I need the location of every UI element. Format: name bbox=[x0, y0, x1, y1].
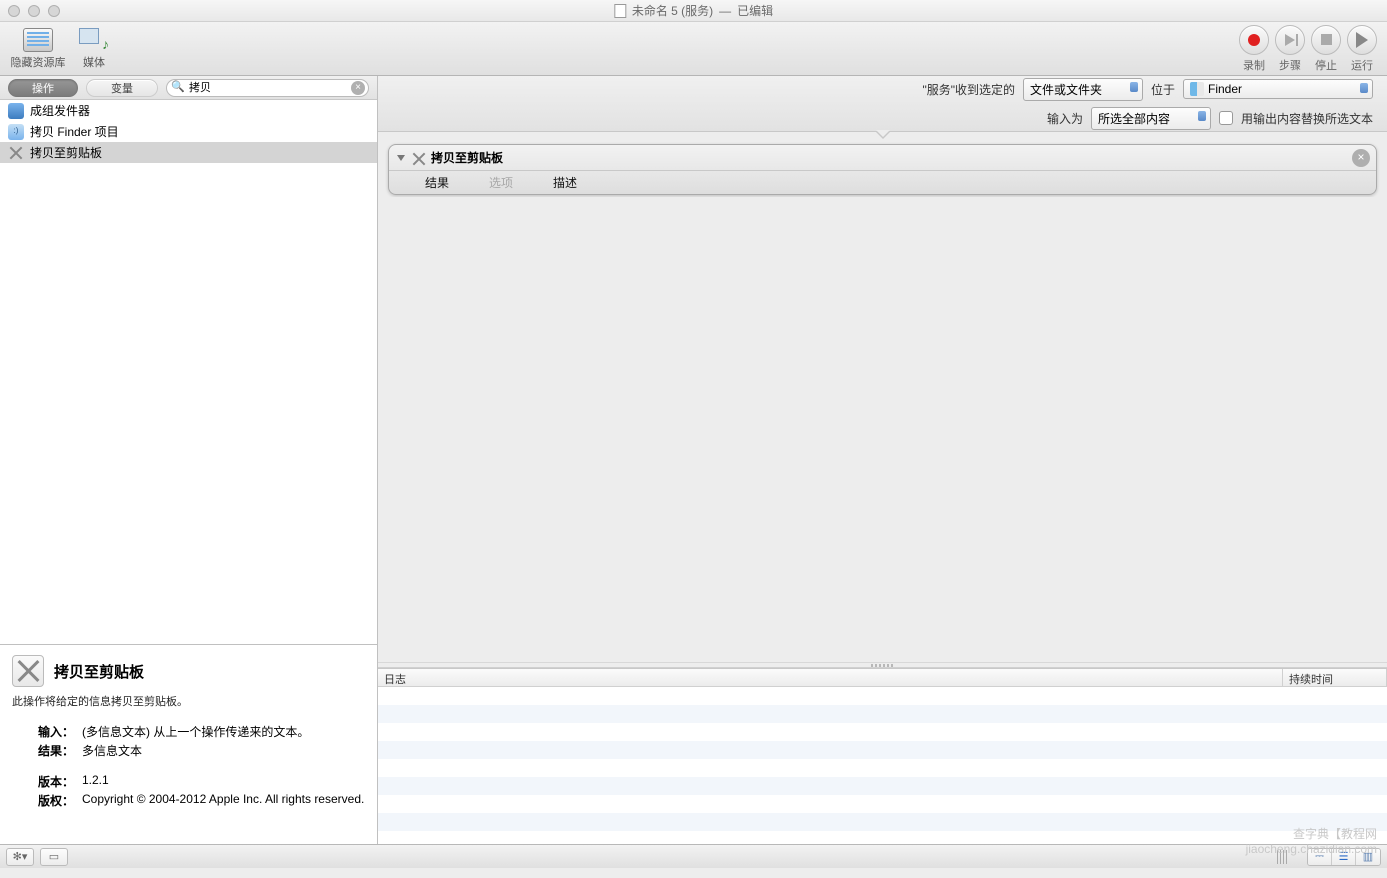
record-icon bbox=[1248, 34, 1260, 46]
minimize-window-button[interactable] bbox=[28, 5, 40, 17]
tab-actions[interactable]: 操作 bbox=[8, 79, 78, 97]
sidebar-item-copy-finder[interactable]: 拷贝 Finder 项目 bbox=[0, 121, 377, 142]
library-sidebar: 操作 变量 × 成组发件器 拷贝 Finder 项目 拷贝至剪贴板 bbox=[0, 76, 378, 844]
tab-options: 选项 bbox=[489, 174, 513, 191]
toolbar: 隐藏资源库 媒体 录制 步骤 停止 运行 bbox=[0, 22, 1387, 76]
media-button[interactable]: 媒体 bbox=[66, 28, 122, 70]
tab-results[interactable]: 结果 bbox=[425, 174, 449, 191]
gear-menu-button[interactable]: ✻▾ bbox=[6, 848, 34, 866]
toggle-panel-button[interactable]: ▭ bbox=[40, 848, 68, 866]
info-panel: 拷贝至剪贴板 此操作将给定的信息拷贝至剪贴板。 输入：(多信息文本) 从上一个操… bbox=[0, 644, 377, 844]
library-icon bbox=[23, 28, 53, 52]
info-description: 此操作将给定的信息拷贝至剪贴板。 bbox=[12, 693, 365, 709]
input-as-label: 输入为 bbox=[1047, 110, 1083, 127]
clear-search-button[interactable]: × bbox=[351, 81, 365, 95]
log-panel: 日志 持续时间 bbox=[378, 668, 1387, 844]
workflow-action[interactable]: 拷贝至剪贴板 × 结果 选项 描述 bbox=[388, 144, 1377, 195]
in-label: 位于 bbox=[1151, 81, 1175, 98]
log-rows bbox=[378, 687, 1387, 844]
stop-icon bbox=[1321, 34, 1332, 45]
document-icon bbox=[614, 4, 626, 18]
input-as-dropdown[interactable]: 所选全部内容 bbox=[1091, 107, 1211, 130]
app-dropdown[interactable]: Finder bbox=[1183, 79, 1373, 99]
search-input[interactable] bbox=[189, 81, 348, 93]
run-button[interactable]: 运行 bbox=[1347, 25, 1377, 73]
flow-connector-icon bbox=[378, 132, 1387, 142]
action-title: 拷贝至剪贴板 bbox=[431, 149, 503, 166]
split-handle[interactable] bbox=[378, 662, 1387, 668]
finder-icon bbox=[1190, 82, 1204, 96]
service-config-bar: "服务"收到选定的 文件或文件夹 位于 Finder 输入为 所选全部内容 用输… bbox=[378, 76, 1387, 132]
window-title: 未命名 5 (服务) — 已编辑 bbox=[614, 2, 773, 19]
search-field[interactable]: × bbox=[166, 79, 369, 97]
titlebar: 未命名 5 (服务) — 已编辑 bbox=[0, 0, 1387, 22]
hide-library-button[interactable]: 隐藏资源库 bbox=[10, 28, 66, 70]
replace-label: 用输出内容替换所选文本 bbox=[1241, 110, 1373, 127]
status-bar: ✻▾ ▭ ⎓ ☰ ▥ bbox=[0, 844, 1387, 868]
step-icon bbox=[1285, 34, 1295, 46]
stop-button[interactable]: 停止 bbox=[1311, 25, 1341, 73]
tab-description[interactable]: 描述 bbox=[553, 174, 577, 191]
record-button[interactable]: 录制 bbox=[1239, 25, 1269, 73]
watermark: 查字典【教程网jiaocheng.chazidian.com bbox=[1246, 827, 1377, 856]
info-title: 拷贝至剪贴板 bbox=[54, 661, 144, 682]
action-list: 成组发件器 拷贝 Finder 项目 拷贝至剪贴板 bbox=[0, 100, 377, 163]
workflow-area: "服务"收到选定的 文件或文件夹 位于 Finder 输入为 所选全部内容 用输… bbox=[378, 76, 1387, 844]
media-icon bbox=[79, 28, 109, 52]
edited-text: 已编辑 bbox=[737, 2, 773, 19]
finder-icon bbox=[8, 124, 24, 140]
zoom-window-button[interactable] bbox=[48, 5, 60, 17]
disclosure-icon[interactable] bbox=[397, 155, 405, 161]
duration-column-header[interactable]: 持续时间 bbox=[1283, 669, 1387, 686]
step-button[interactable]: 步骤 bbox=[1275, 25, 1305, 73]
replace-checkbox[interactable] bbox=[1219, 111, 1233, 125]
receives-label: "服务"收到选定的 bbox=[922, 81, 1015, 98]
tools-icon bbox=[411, 151, 425, 165]
action-icon bbox=[12, 655, 44, 687]
sidebar-item-copy-clipboard[interactable]: 拷贝至剪贴板 bbox=[0, 142, 377, 163]
receives-dropdown[interactable]: 文件或文件夹 bbox=[1023, 78, 1143, 101]
remove-action-button[interactable]: × bbox=[1352, 149, 1370, 167]
sidebar-header: 操作 变量 × bbox=[0, 76, 377, 100]
workflow-canvas[interactable] bbox=[378, 197, 1387, 662]
tab-variables[interactable]: 变量 bbox=[86, 79, 158, 97]
title-text: 未命名 5 (服务) bbox=[632, 2, 713, 19]
tools-icon bbox=[8, 145, 24, 161]
sidebar-item-group-mailer[interactable]: 成组发件器 bbox=[0, 100, 377, 121]
window-controls bbox=[8, 5, 60, 17]
app-icon bbox=[8, 103, 24, 119]
play-icon bbox=[1356, 32, 1368, 48]
close-window-button[interactable] bbox=[8, 5, 20, 17]
log-column-header[interactable]: 日志 bbox=[378, 669, 1283, 686]
